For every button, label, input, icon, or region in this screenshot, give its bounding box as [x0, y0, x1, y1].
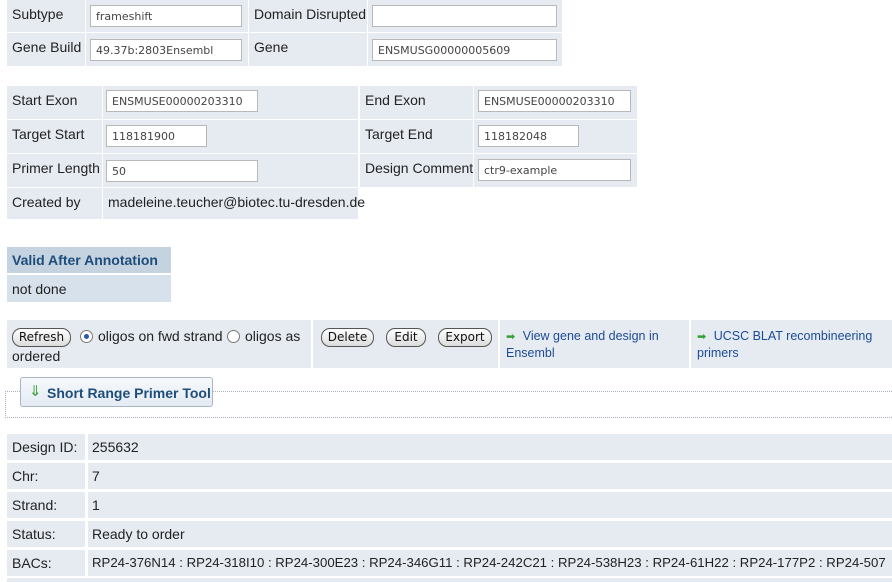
gene-build-label-cell: Gene Build [7, 33, 85, 66]
created-by-label: Created by [12, 194, 81, 210]
strand-row: Strand: 1 [7, 492, 892, 518]
status-value: Ready to order [92, 526, 185, 542]
subtype-input[interactable] [90, 5, 242, 27]
toolbar-ucsc-cell: ➡ UCSC BLAT recombineering primers [691, 320, 892, 368]
target-start-input[interactable] [106, 125, 207, 147]
gene-build-input[interactable] [90, 39, 242, 61]
primer-length-label: Primer Length [12, 160, 100, 176]
end-exon-input-cell [474, 86, 637, 119]
created-by-value-cell: madeleine.teucher@biotec.tu-dresden.de [103, 188, 365, 219]
view-in-ensembl-link[interactable]: ➡ View gene and design in Ensembl [506, 328, 686, 361]
subtype-label: Subtype [12, 6, 64, 22]
target-end-label: Target End [365, 126, 433, 142]
ucsc-blat-link-text: UCSC BLAT recombineering [713, 329, 873, 343]
design-comment-input-cell [474, 154, 637, 187]
domain-label-cell: Domain Disrupted [249, 0, 367, 32]
end-exon-label-cell: End Exon [360, 86, 473, 119]
gene-input-cell [368, 33, 562, 66]
row-separator [85, 550, 88, 576]
bacs-value: RP24-376N14 : RP24-318I10 : RP24-300E23 … [92, 555, 886, 570]
toolbar-actions-cell: Delete Edit Export [313, 320, 498, 368]
subtype-label-cell: Subtype [7, 0, 85, 32]
start-exon-label-cell: Start Exon [7, 86, 102, 119]
strand-label: Strand: [12, 497, 58, 513]
toolbar-refresh-cell: Refresh oligos on fwd strand oligos as o… [7, 320, 311, 368]
ucsc-blat-link-text-cont: primers [697, 346, 739, 360]
gene-input[interactable] [372, 39, 557, 61]
delete-button[interactable]: Delete [321, 328, 374, 347]
end-exon-input[interactable] [478, 90, 631, 112]
target-start-input-cell [103, 120, 358, 153]
strand-value: 1 [92, 497, 100, 513]
target-end-label-cell: Target End [360, 120, 473, 153]
radio-oligos-fwd-strand-label: oligos on fwd strand [98, 328, 223, 344]
subtype-input-cell [86, 0, 248, 32]
created-by-label-cell: Created by [7, 188, 102, 219]
toolbar-ensembl-cell: ➡ View gene and design in Ensembl [500, 320, 689, 368]
edit-button[interactable]: Edit [386, 328, 426, 347]
row-separator [85, 463, 88, 489]
ucsc-blat-link[interactable]: ➡ UCSC BLAT recombineering primers [697, 328, 892, 361]
primer-length-input[interactable] [106, 160, 258, 182]
short-range-primer-tool-label: Short Range Primer Tool [47, 385, 211, 401]
view-in-ensembl-link-text-cont: Ensembl [506, 346, 555, 360]
radio-oligos-as-ordered-label-cont: ordered [12, 348, 61, 364]
design-id-label: Design ID: [12, 439, 78, 455]
gene-label-cell: Gene [249, 33, 367, 66]
target-end-input[interactable] [478, 125, 579, 147]
annotation-value-cell: not done [7, 275, 171, 302]
created-by-value: madeleine.teucher@biotec.tu-dresden.de [108, 194, 366, 210]
primer-length-label-cell: Primer Length [7, 154, 102, 187]
radio-oligos-as-ordered[interactable] [227, 330, 240, 343]
next-row [7, 578, 892, 582]
annotation-value: not done [12, 281, 67, 297]
target-start-label-cell: Target Start [7, 120, 102, 153]
refresh-button[interactable]: Refresh [12, 328, 71, 347]
design-comment-label: Design Comment [365, 160, 474, 176]
gene-label: Gene [254, 39, 289, 55]
export-button[interactable]: Export [438, 328, 492, 347]
radio-oligos-as-ordered-label: oligos as [245, 328, 301, 344]
short-range-primer-tool-toggle[interactable]: ⇓ Short Range Primer Tool [20, 377, 213, 407]
design-comment-input[interactable] [478, 159, 631, 181]
primer-length-input-cell [103, 154, 358, 187]
bacs-label: BACs: [12, 555, 52, 571]
target-end-input-cell [474, 120, 637, 153]
domain-input-cell [368, 0, 562, 32]
row-separator [85, 492, 88, 518]
row-separator [85, 434, 88, 460]
green-right-arrow-icon: ➡ [697, 331, 707, 343]
end-exon-label: End Exon [365, 92, 426, 108]
status-label: Status: [12, 526, 56, 542]
design-id-row: Design ID: 255632 [7, 434, 892, 460]
annotation-header-cell: Valid After Annotation [7, 247, 171, 273]
green-right-arrow-icon: ➡ [506, 331, 516, 343]
chr-row: Chr: 7 [7, 463, 892, 489]
valid-after-annotation-header: Valid After Annotation [12, 252, 158, 268]
gene-build-label: Gene Build [12, 39, 82, 55]
design-comment-label-cell: Design Comment [360, 154, 473, 187]
domain-disrupted-input[interactable] [372, 5, 557, 27]
green-down-arrow-icon: ⇓ [29, 383, 42, 400]
view-in-ensembl-link-text: View gene and design in [522, 329, 659, 343]
radio-oligos-fwd-strand[interactable] [80, 330, 93, 343]
domain-disrupted-label: Domain Disrupted [254, 6, 367, 22]
status-row: Status: Ready to order [7, 521, 892, 547]
start-exon-input-cell [103, 86, 358, 119]
design-id-value: 255632 [92, 439, 139, 455]
chr-label: Chr: [12, 468, 39, 484]
gene-build-input-cell [86, 33, 248, 66]
target-start-label: Target Start [12, 126, 85, 142]
chr-value: 7 [92, 468, 100, 484]
start-exon-input[interactable] [106, 90, 258, 112]
bacs-row: BACs: RP24-376N14 : RP24-318I10 : RP24-3… [7, 550, 892, 576]
row-separator [85, 521, 88, 547]
start-exon-label: Start Exon [12, 92, 78, 108]
